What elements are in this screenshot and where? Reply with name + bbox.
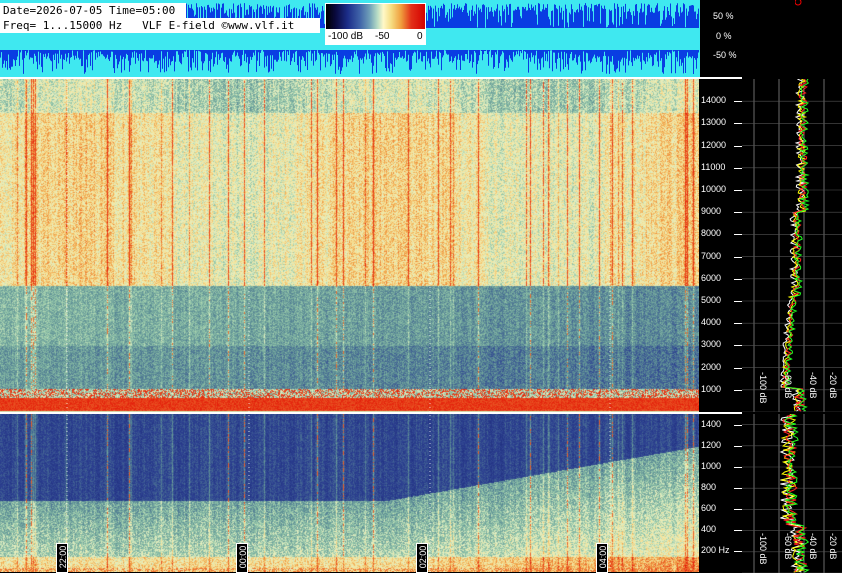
freq-tick-mark	[734, 190, 742, 191]
freq-tick-13000: 13000	[701, 117, 727, 128]
freq-tick-mark	[734, 212, 742, 214]
profile-x-tick: -100 dB	[758, 533, 768, 565]
lowfreq-tick-400: 400	[701, 523, 717, 534]
separator-middle	[0, 412, 742, 414]
lowfreq-tick-800: 800	[701, 481, 717, 492]
marker-icon	[795, 0, 802, 6]
profile-x-tick: -40 dB	[808, 372, 818, 399]
spectrum-profile-lower: -100 dB -60 dB -40 dB -20 dB	[742, 414, 842, 573]
lowfreq-tick-1000: 1000	[701, 460, 722, 471]
color-scale-label-mid: -50	[375, 31, 390, 42]
freq-tick-mark	[734, 278, 742, 280]
lowfreq-tick-1400: 1400	[701, 418, 722, 429]
freq-tick-10000: 10000	[701, 184, 727, 194]
time-label-0400: 04:00	[596, 543, 608, 573]
separator-top	[0, 77, 742, 79]
spectrum-profile-upper: -100 dB -60 dB -40 dB -20 dB	[742, 79, 842, 412]
frequency-info-label: Freq= 1...15000 Hz VLF E-field ©www.vlf.…	[0, 18, 320, 33]
profile-x-tick: -100 dB	[758, 372, 768, 404]
time-label-0000: 00:00	[236, 543, 248, 573]
lowfreq-tick-mark	[734, 487, 742, 489]
vlf-spectrogram-view: Date=2026-07-05 Time=05:00 Freq= 1...150…	[0, 0, 842, 573]
freq-tick-mark	[734, 101, 742, 103]
profile-x-tick: -60 dB	[783, 533, 793, 560]
lowfreq-tick-mark	[734, 424, 742, 426]
freq-tick-12000: 12000	[701, 139, 727, 150]
color-scale-legend: -100 dB -50 0	[325, 3, 426, 45]
freq-tick-mark	[734, 389, 742, 391]
color-scale-label-min: -100 dB	[328, 31, 364, 42]
time-label-0200: 02:00	[416, 543, 428, 573]
freq-tick-8000: 8000	[701, 228, 722, 239]
amp-tick-0: 0 %	[716, 31, 732, 41]
freq-tick-6000: 6000	[701, 272, 722, 283]
freq-tick-mark	[734, 145, 742, 147]
freq-tick-mark	[734, 323, 742, 325]
color-scale-gradient	[326, 4, 425, 29]
freq-tick-3000: 3000	[701, 339, 722, 350]
time-label-2200: 22:00	[56, 543, 68, 573]
freq-tick-mark	[734, 345, 742, 347]
lowfreq-tick-mark	[734, 529, 742, 531]
freq-tick-14000: 14000	[701, 95, 727, 106]
amplitude-axis: 50 % 0 % -50 %	[700, 0, 842, 78]
lowfreq-tick-600: 600	[701, 502, 717, 513]
lowfreq-tick-mark	[734, 445, 742, 447]
color-scale-label-max: 0	[417, 31, 423, 42]
lowfreq-tick-mark	[734, 508, 742, 510]
freq-tick-1000: 1000	[701, 383, 722, 394]
profile-x-tick: -40 dB	[808, 533, 818, 560]
freq-tick-mark	[734, 301, 742, 302]
amp-tick-minus50: -50 %	[713, 50, 737, 60]
freq-tick-mark	[734, 234, 742, 236]
time-gridlines	[66, 79, 611, 573]
lowfreq-tick-mark	[734, 466, 742, 468]
freq-tick-mark	[734, 167, 742, 169]
freq-tick-9000: 9000	[701, 206, 722, 217]
lowfreq-tick-1200: 1200	[701, 439, 722, 450]
freq-tick-4000: 4000	[701, 317, 722, 328]
profile-x-tick: -20 dB	[828, 533, 838, 560]
lowfreq-tick-mark	[734, 550, 742, 552]
freq-tick-2000: 2000	[701, 361, 722, 372]
freq-tick-mark	[734, 367, 742, 369]
profile-x-tick: -20 dB	[828, 372, 838, 399]
lowfreq-tick-200: 200 Hz	[701, 544, 730, 555]
profile-x-tick: -60 dB	[783, 372, 793, 399]
freq-tick-mark	[734, 123, 742, 125]
freq-tick-mark	[734, 256, 742, 258]
freq-tick-5000: 5000	[701, 295, 722, 305]
freq-tick-7000: 7000	[701, 250, 722, 261]
amp-tick-50: 50 %	[713, 11, 734, 21]
freq-tick-11000: 11000	[701, 161, 726, 172]
